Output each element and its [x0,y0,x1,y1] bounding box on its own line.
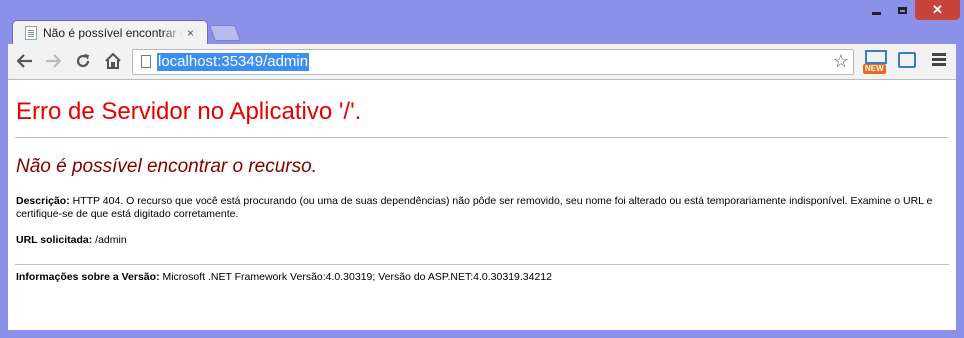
requested-url-value: /admin [92,234,127,246]
description-text: HTTP 404. O recurso que você está procur… [16,195,933,220]
address-bar[interactable]: localhost:35349/admin ☆ [132,49,854,75]
page-heading: Erro de Servidor no Aplicativo '/'. [16,98,362,125]
back-button[interactable] [14,50,36,72]
forward-arrow-icon [46,54,61,68]
tab-title: Não é possível encontrar o recurso. [43,25,183,40]
forward-button[interactable] [42,50,64,72]
close-icon: ✕ [932,2,943,17]
tab-close-icon[interactable]: × [187,26,194,40]
extension-window-icon[interactable] [898,52,916,68]
new-tab-button[interactable] [209,25,241,41]
minimize-icon [871,11,881,15]
page-icon [141,55,151,68]
requested-url: URL solicitada: /admin [16,234,127,246]
toolbar: localhost:35349/admin ☆ NEW [8,44,956,80]
close-window-button[interactable]: ✕ [915,0,960,20]
minimize-button[interactable] [863,0,889,20]
version-info: Informações sobre a Versão: Microsoft .N… [16,271,552,283]
browser-window: ✕ Não é possível encontrar o recurso. × … [0,0,964,338]
requested-url-label: URL solicitada: [16,234,93,246]
divider [15,264,949,265]
menu-icon[interactable] [932,53,946,56]
home-button[interactable] [102,50,124,72]
error-description: Descrição: HTTP 404. O recurso que você … [16,195,944,221]
divider [15,137,949,138]
reload-button[interactable] [72,50,94,72]
page-content: Erro de Servidor no Aplicativo '/'. Não … [8,80,956,330]
bookmark-star-icon[interactable]: ☆ [833,51,849,72]
description-label: Descrição: [16,195,70,207]
tab-active[interactable]: Não é possível encontrar o recurso. × [12,20,208,44]
reload-icon [76,54,90,68]
home-icon [105,53,121,69]
page-subheading: Não é possível encontrar o recurso. [16,156,317,177]
screen-capture-extension-button[interactable]: NEW [863,48,891,76]
version-label: Informações sobre a Versão: [16,271,160,283]
url-text[interactable]: localhost:35349/admin [157,53,310,71]
version-value: Microsoft .NET Framework Versão:4.0.3031… [159,271,552,283]
page-favicon-icon [25,25,37,40]
maximize-button[interactable] [889,0,915,20]
back-arrow-icon [17,54,32,68]
new-badge: NEW [863,64,886,74]
screen-capture-icon [865,50,887,64]
maximize-icon [897,6,907,14]
